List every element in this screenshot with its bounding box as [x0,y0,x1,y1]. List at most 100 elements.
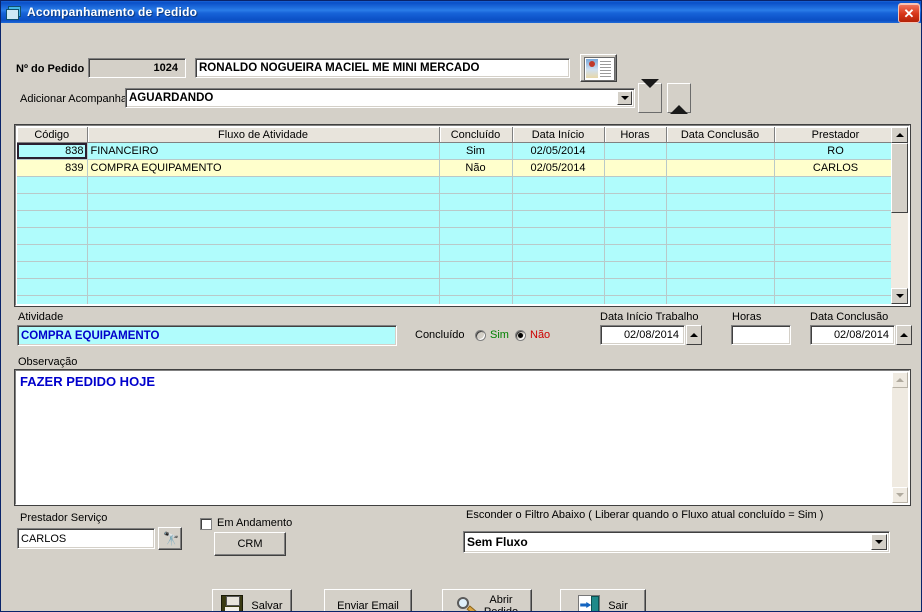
data-conclusao-field[interactable]: 02/08/2014 [810,325,895,345]
cell-concluido[interactable] [439,193,513,211]
radio-sim-label[interactable]: Sim [490,329,509,341]
scrollbar-track[interactable] [891,143,908,288]
cell-prestador[interactable]: CARLOS [774,159,898,177]
table-row[interactable]: 838 FINANCEIRO Sim 02/05/2014 RO [17,142,898,160]
cell-horas[interactable] [604,193,667,211]
cell-prestador[interactable] [774,176,898,194]
observacao-scrollbar[interactable] [892,372,908,503]
cell-data-conclusao[interactable] [666,261,775,279]
cell-data-inicio[interactable] [512,193,605,211]
cell-concluido[interactable]: Sim [439,142,513,160]
chevron-down-icon[interactable] [617,91,632,105]
cell-prestador[interactable] [774,193,898,211]
cell-codigo[interactable] [17,261,88,279]
cell-data-inicio[interactable] [512,210,605,228]
cell-fluxo[interactable]: COMPRA EQUIPAMENTO [87,159,440,177]
cell-fluxo[interactable] [87,193,440,211]
cell-data-inicio[interactable] [512,227,605,245]
prestador-servico-field[interactable]: CARLOS [17,528,155,549]
table-row[interactable] [17,193,898,211]
radio-nao-label[interactable]: Não [530,329,550,341]
cell-horas[interactable] [604,159,667,177]
cell-data-inicio[interactable] [512,295,605,304]
col-codigo[interactable]: Código [17,127,88,143]
cell-data-conclusao[interactable] [666,244,775,262]
cell-data-conclusao[interactable] [666,278,775,296]
cell-codigo[interactable] [17,295,88,304]
cell-codigo[interactable] [17,176,88,194]
sair-button[interactable]: Sair [560,589,646,611]
cell-concluido[interactable] [439,295,513,304]
scroll-down-icon[interactable] [891,288,908,304]
cell-codigo[interactable]: 839 [17,159,88,177]
cell-data-conclusao[interactable] [666,142,775,160]
radio-concluido-sim[interactable] [475,330,486,341]
cliente-nome-field[interactable]: RONALDO NOGUEIRA MACIEL ME MINI MERCADO [195,58,570,78]
filtro-combo[interactable]: Sem Fluxo [463,531,890,553]
data-conclusao-spinner[interactable] [896,325,912,345]
cell-codigo[interactable] [17,278,88,296]
fluxo-atividade-grid[interactable]: Código Fluxo de Atividade Concluído Data… [14,124,911,307]
cell-prestador[interactable] [774,278,898,296]
cell-data-inicio[interactable]: 02/05/2014 [512,159,605,177]
cell-horas[interactable] [604,210,667,228]
data-inicio-trabalho-field[interactable]: 02/08/2014 [600,325,685,345]
table-row[interactable] [17,210,898,228]
table-row[interactable] [17,261,898,279]
salvar-button[interactable]: Salvar [212,589,292,611]
pedido-number-field[interactable]: 1024 [88,58,186,78]
col-concluido[interactable]: Concluído [439,127,513,143]
cell-fluxo[interactable] [87,261,440,279]
cell-concluido[interactable] [439,227,513,245]
cell-prestador[interactable] [774,227,898,245]
cell-horas[interactable] [604,261,667,279]
cell-data-conclusao[interactable] [666,295,775,304]
cell-horas[interactable] [604,295,667,304]
cell-codigo[interactable] [17,210,88,228]
move-down-button[interactable] [638,79,662,113]
cell-data-inicio[interactable] [512,176,605,194]
prestador-search-button[interactable]: 🔭 [158,527,182,550]
cell-fluxo[interactable] [87,227,440,245]
cell-data-inicio[interactable]: 02/05/2014 [512,142,605,160]
cell-data-conclusao[interactable] [666,210,775,228]
close-icon[interactable]: ✕ [898,3,920,23]
atividade-field[interactable]: COMPRA EQUIPAMENTO [17,325,397,346]
cell-concluido[interactable] [439,176,513,194]
cell-concluido[interactable] [439,261,513,279]
cell-prestador[interactable] [774,295,898,304]
cell-codigo[interactable] [17,244,88,262]
observacao-textarea[interactable]: FAZER PEDIDO HOJE [14,369,911,506]
move-up-button[interactable] [667,83,691,114]
cell-horas[interactable] [604,278,667,296]
cell-fluxo[interactable] [87,244,440,262]
table-row[interactable] [17,227,898,245]
col-horas[interactable]: Horas [604,127,667,143]
cell-data-inicio[interactable] [512,244,605,262]
cell-fluxo[interactable] [87,176,440,194]
cell-prestador[interactable]: RO [774,142,898,160]
radio-concluido-nao[interactable] [515,330,526,341]
abrir-pedido-button[interactable]: Abrir Pedido [442,589,532,611]
col-data-inicio[interactable]: Data Início [512,127,605,143]
table-row[interactable] [17,244,898,262]
cell-data-inicio[interactable] [512,278,605,296]
col-prestador[interactable]: Prestador [774,127,898,143]
cell-data-conclusao[interactable] [666,227,775,245]
obs-scroll-up-icon[interactable] [892,372,908,388]
cell-data-inicio[interactable] [512,261,605,279]
cell-concluido[interactable] [439,210,513,228]
col-data-conclusao[interactable]: Data Conclusão [666,127,775,143]
cell-fluxo[interactable] [87,278,440,296]
contact-card-button[interactable] [580,54,617,82]
crm-button[interactable]: CRM [214,532,286,556]
cell-prestador[interactable] [774,261,898,279]
grid-vertical-scrollbar[interactable] [891,127,908,304]
enviar-email-button[interactable]: Enviar Email [324,589,412,611]
cell-codigo[interactable]: 838 [17,142,88,160]
data-inicio-spinner[interactable] [686,325,702,345]
obs-scroll-down-icon[interactable] [892,487,908,503]
table-row[interactable] [17,176,898,194]
cell-horas[interactable] [604,244,667,262]
cell-fluxo[interactable]: FINANCEIRO [87,142,440,160]
